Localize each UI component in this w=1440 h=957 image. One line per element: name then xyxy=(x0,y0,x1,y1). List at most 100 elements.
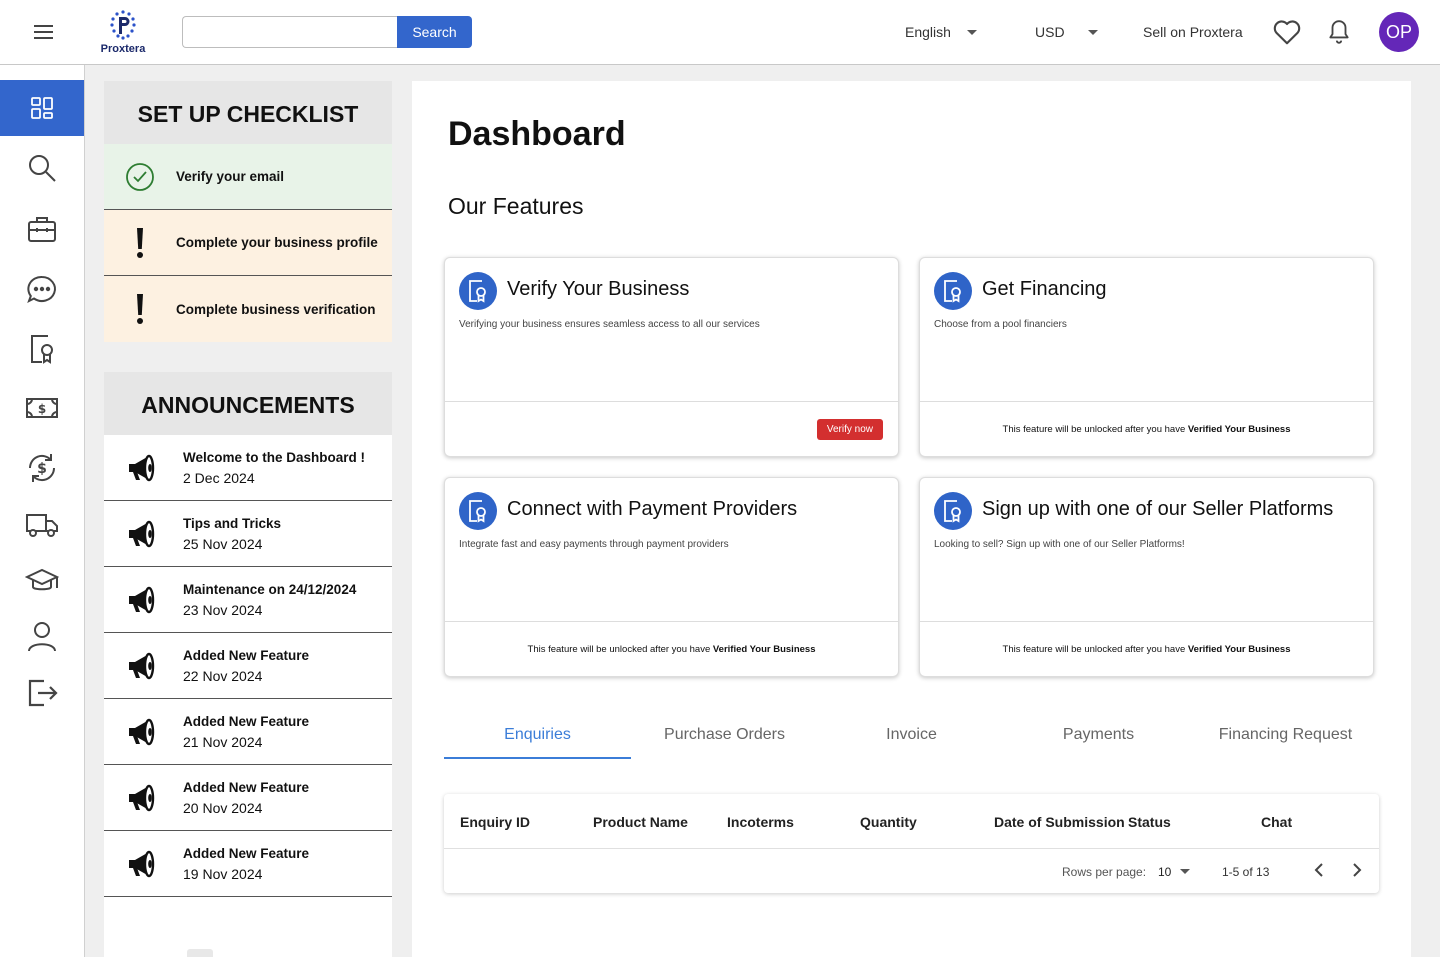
enquiries-table: Enquiry ID Product Name Incoterms Quanti… xyxy=(444,794,1379,893)
sidebar-item-logistics[interactable] xyxy=(0,497,84,553)
locked-message-text: This feature will be unlocked after you … xyxy=(527,644,711,655)
announcement-title: Added New Feature xyxy=(183,713,310,729)
megaphone-icon xyxy=(128,454,154,481)
certificate-icon xyxy=(459,492,497,530)
certificate-icon xyxy=(934,492,972,530)
feature-footer: Verify now xyxy=(445,401,898,457)
announcement-item[interactable]: Tips and Tricks 25 Nov 2024 xyxy=(104,501,392,567)
announcement-item[interactable]: Maintenance on 24/12/2024 23 Nov 2024 xyxy=(104,567,392,633)
announcement-date: 22 Nov 2024 xyxy=(183,667,263,684)
brand-logo[interactable]: Proxtera xyxy=(98,9,148,59)
announcement-item[interactable]: Added New Feature 20 Nov 2024 xyxy=(104,765,392,831)
megaphone-icon xyxy=(128,850,154,877)
announcement-title: Welcome to the Dashboard ! xyxy=(183,449,366,465)
features-heading: Our Features xyxy=(448,193,584,219)
sidebar-item-search[interactable] xyxy=(0,140,84,196)
scroll-handle[interactable] xyxy=(187,949,213,957)
checklist-item[interactable]: Complete business verification xyxy=(104,276,392,342)
certificate-icon xyxy=(934,272,972,310)
chevron-left-icon[interactable] xyxy=(1312,862,1326,878)
chevron-down-icon[interactable] xyxy=(1088,30,1098,35)
checklist-item-label[interactable]: Complete your business profile xyxy=(176,235,378,250)
exclamation-icon xyxy=(137,227,143,258)
announcement-title: Added New Feature xyxy=(183,845,310,861)
feature-card-get-financing: Get Financing Choose from a pool financi… xyxy=(919,257,1374,457)
exclamation-icon xyxy=(137,294,143,324)
megaphone-icon xyxy=(128,586,154,613)
feature-description: Integrate fast and easy payments through… xyxy=(459,539,729,550)
tab-enquiries[interactable]: Enquiries xyxy=(444,713,631,759)
person-icon xyxy=(28,622,56,652)
announcement-date: 21 Nov 2024 xyxy=(183,733,263,750)
sidebar-item-payments[interactable]: $ xyxy=(0,440,84,496)
feature-description: Verifying your business ensures seamless… xyxy=(459,319,760,330)
table-header: Enquiry ID Product Name Incoterms Quanti… xyxy=(444,794,1379,849)
column-header[interactable]: Chat xyxy=(1261,814,1292,830)
user-avatar[interactable]: OP xyxy=(1379,12,1419,52)
money-icon: $ xyxy=(26,398,58,418)
locked-message-text: This feature will be unlocked after you … xyxy=(1002,644,1186,655)
checklist-item-label[interactable]: Complete business verification xyxy=(176,302,376,317)
briefcase-icon xyxy=(28,217,56,242)
announcement-item[interactable]: Welcome to the Dashboard ! 2 Dec 2024 xyxy=(104,435,392,501)
checklist-item-label[interactable]: Verify your email xyxy=(176,169,284,184)
feature-description: Looking to sell? Sign up with one of our… xyxy=(934,539,1185,550)
checklist-item[interactable]: Complete your business profile xyxy=(104,210,392,276)
page-title: Dashboard xyxy=(448,115,626,153)
locked-message-text: This feature will be unlocked after you … xyxy=(1002,424,1186,435)
column-header[interactable]: Product Name xyxy=(593,814,688,830)
sidebar-item-learning[interactable] xyxy=(0,553,84,609)
brand-name: Proxtera xyxy=(100,43,146,55)
sidebar-item-profile[interactable] xyxy=(0,609,84,665)
column-header[interactable]: Quantity xyxy=(860,814,917,830)
bell-icon[interactable] xyxy=(1326,17,1352,47)
announcement-date: 2 Dec 2024 xyxy=(183,469,255,486)
tab-purchase-orders[interactable]: Purchase Orders xyxy=(631,713,818,759)
sidebar-item-business[interactable] xyxy=(0,201,84,257)
certificate-icon xyxy=(459,272,497,310)
heart-icon[interactable] xyxy=(1272,18,1302,46)
announcement-title: Tips and Tricks xyxy=(183,515,282,531)
tab-payments[interactable]: Payments xyxy=(1005,713,1192,759)
main-content: Dashboard Our Features Verify Your Busin… xyxy=(412,81,1411,957)
locked-message: This feature will be unlocked after you … xyxy=(445,644,898,655)
checklist-item[interactable]: Verify your email xyxy=(104,144,392,210)
feature-card-payment-providers: Connect with Payment Providers Integrate… xyxy=(444,477,899,677)
feature-title: Sign up with one of our Seller Platforms xyxy=(982,498,1334,520)
sidebar-item-logout[interactable] xyxy=(0,665,84,721)
verify-now-button[interactable]: Verify now xyxy=(816,419,883,440)
language-select[interactable]: English xyxy=(905,24,951,40)
tab-financing-request[interactable]: Financing Request xyxy=(1192,713,1379,759)
sidebar-item-messages[interactable] xyxy=(0,261,84,317)
locked-message-emphasis: Verified Your Business xyxy=(712,644,816,655)
column-header[interactable]: Date of Submission xyxy=(994,814,1125,830)
announcement-title: Maintenance on 24/12/2024 xyxy=(183,581,357,597)
announcement-item[interactable]: Added New Feature 22 Nov 2024 xyxy=(104,633,392,699)
sell-link[interactable]: Sell on Proxtera xyxy=(1143,24,1243,40)
currency-select[interactable]: USD xyxy=(1035,24,1065,40)
announcement-item[interactable]: Added New Feature 21 Nov 2024 xyxy=(104,699,392,765)
search-button[interactable]: Search xyxy=(397,16,472,48)
chevron-down-icon[interactable] xyxy=(1180,869,1190,874)
tab-invoice[interactable]: Invoice xyxy=(818,713,1005,759)
sidebar-item-financing[interactable]: $ xyxy=(0,380,84,436)
announcement-item[interactable]: Added New Feature 19 Nov 2024 xyxy=(104,831,392,897)
feature-card-seller-platforms: Sign up with one of our Seller Platforms… xyxy=(919,477,1374,677)
megaphone-icon xyxy=(128,784,154,811)
feature-title: Get Financing xyxy=(982,278,1107,300)
truck-icon xyxy=(26,514,58,537)
chevron-down-icon[interactable] xyxy=(967,30,977,35)
column-header[interactable]: Enquiry ID xyxy=(460,814,530,830)
logo-mark-icon xyxy=(110,10,136,40)
rows-per-page-select[interactable]: 10 xyxy=(1158,865,1171,879)
search-input[interactable] xyxy=(182,16,398,48)
column-header[interactable]: Incoterms xyxy=(727,814,794,830)
chevron-right-icon[interactable] xyxy=(1350,862,1364,878)
feature-card-verify-business: Verify Your Business Verifying your busi… xyxy=(444,257,899,457)
sidebar-item-verification[interactable] xyxy=(0,321,84,377)
svg-text:$: $ xyxy=(37,461,47,477)
column-header[interactable]: Status xyxy=(1128,814,1171,830)
locked-message: This feature will be unlocked after you … xyxy=(920,644,1373,655)
sidebar-item-dashboard[interactable] xyxy=(0,80,84,136)
menu-icon[interactable] xyxy=(34,25,53,39)
